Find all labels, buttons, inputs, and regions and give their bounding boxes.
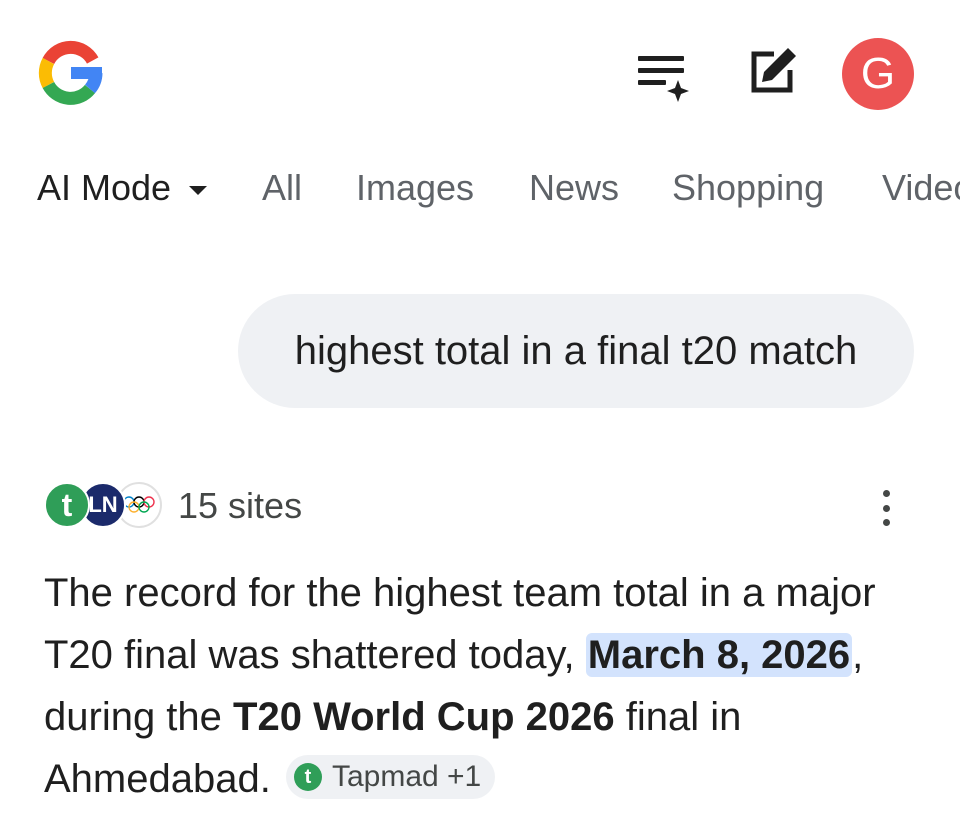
account-avatar[interactable]: G [842, 38, 914, 110]
highlighted-date: March 8, 2026 [585, 633, 853, 677]
google-logo-icon[interactable] [38, 40, 104, 106]
tab-ai-mode[interactable]: AI Mode [37, 160, 208, 216]
tab-news[interactable]: News [529, 160, 619, 216]
new-chat-button[interactable] [744, 44, 800, 100]
tab-videos[interactable]: Videos [882, 160, 960, 216]
citation-label: Tapmad +1 [331, 760, 482, 794]
avatar-letter: G [860, 49, 896, 98]
more-options-button[interactable] [866, 486, 906, 530]
sources-row[interactable]: t LN 15 sites [44, 482, 924, 532]
tab-all[interactable]: All [262, 160, 302, 216]
source-letter: t [61, 486, 73, 523]
ai-history-icon [638, 56, 689, 102]
citation-chip[interactable]: t Tapmad +1 [285, 755, 496, 800]
more-vert-icon [882, 490, 890, 497]
user-query-bubble: highest total in a final t20 match [238, 294, 914, 408]
search-tabs: AI Mode All Images News Shopping Videos [0, 160, 960, 220]
tab-images[interactable]: Images [356, 160, 474, 216]
tab-shopping[interactable]: Shopping [672, 160, 824, 216]
bold-event: T20 World Cup 2026 [233, 695, 615, 739]
ai-answer-paragraph: The record for the highest team total in… [44, 562, 934, 810]
source-letter: LN [88, 492, 118, 517]
query-text: highest total in a final t20 match [294, 328, 858, 373]
tapmad-icon: t [293, 763, 322, 792]
sites-count-label[interactable]: 15 sites [178, 486, 302, 526]
edit-icon [751, 48, 796, 93]
tab-label: AI Mode [37, 167, 172, 208]
ai-history-button[interactable] [634, 50, 690, 102]
source-tapmad-icon: t [44, 482, 90, 528]
caret-down-icon [189, 185, 208, 195]
